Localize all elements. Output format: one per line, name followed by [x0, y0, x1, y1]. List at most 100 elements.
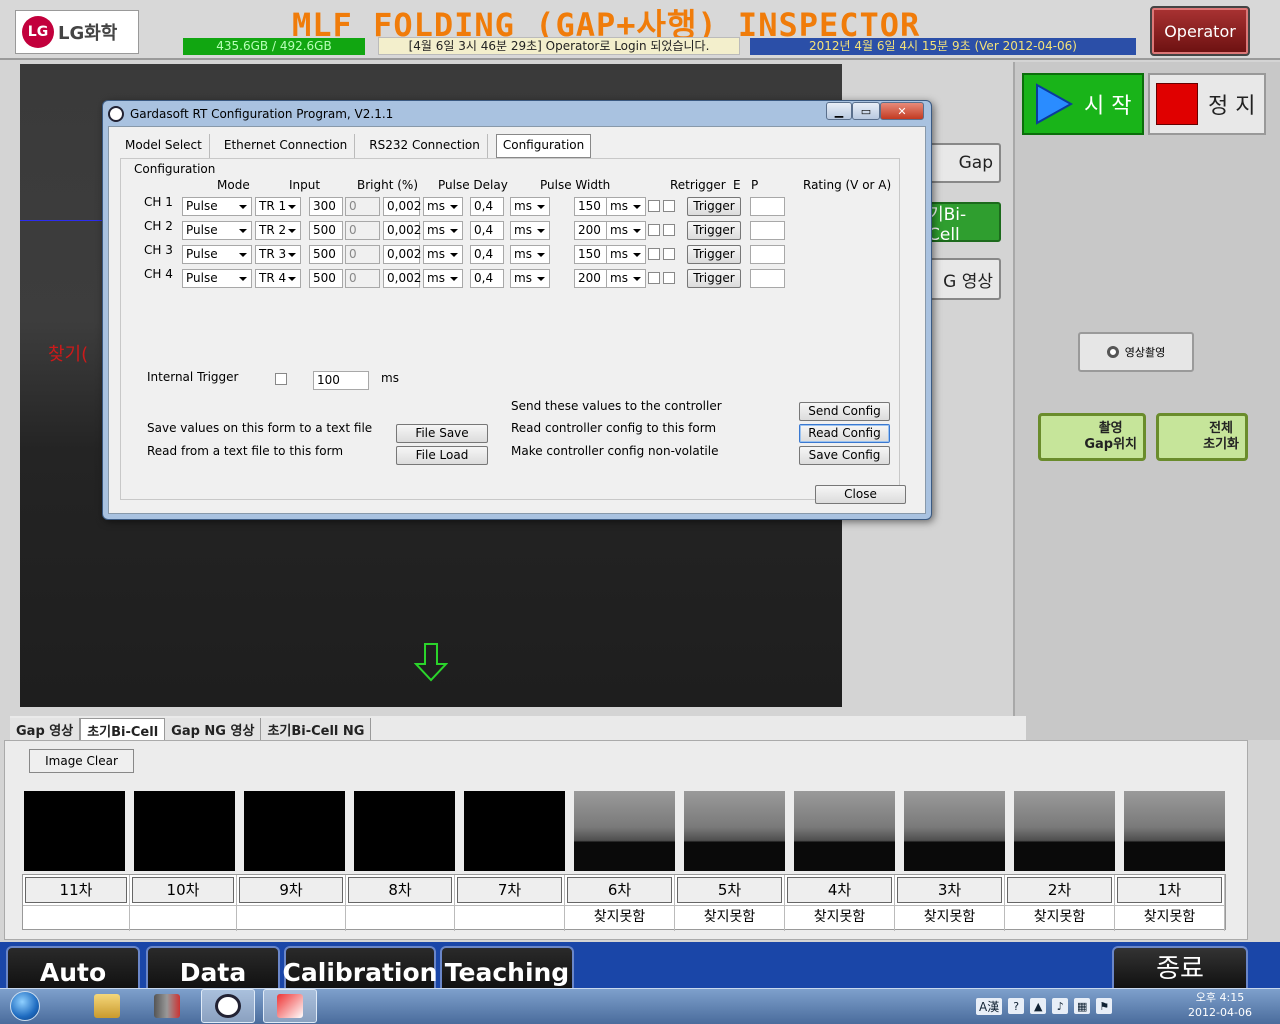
nav-auto-button[interactable]: Auto [6, 946, 140, 988]
tab-configuration[interactable]: Configuration [495, 134, 592, 158]
channel-pulse-delay-input[interactable]: 0,002 [383, 269, 421, 288]
slot-label[interactable]: 5차 [677, 877, 782, 903]
tab-model-select[interactable]: Model Select [118, 134, 210, 158]
slot-thumbnail[interactable] [244, 791, 345, 871]
channel-width-unit-select[interactable]: ms [606, 269, 646, 288]
channel-trigger-button[interactable]: Trigger [687, 221, 741, 240]
tab-rs232-connection[interactable]: RS232 Connection [355, 134, 488, 158]
channel-retrigger-unit-select[interactable]: ms [510, 221, 550, 240]
bicell-view-button[interactable]: 기Bi-Cell [926, 202, 1001, 245]
channel-mode-select[interactable]: Pulse [182, 245, 252, 264]
slot-label[interactable]: 2차 [1007, 877, 1112, 903]
channel-retrigger-unit-select[interactable]: ms [510, 197, 550, 216]
channel-pulse-width-input[interactable]: 150 [574, 245, 608, 264]
channel-retrigger-input[interactable]: 0,4 [470, 269, 504, 288]
operator-button[interactable]: Operator [1150, 6, 1250, 56]
nav-data-button[interactable]: Data [146, 946, 280, 988]
channel-bright-input[interactable]: 300 [309, 197, 343, 216]
channel-trigger-button[interactable]: Trigger [687, 269, 741, 288]
tab-initial-bicell[interactable]: 초기Bi-Cell [80, 718, 166, 740]
channel-rating-input[interactable] [750, 221, 785, 240]
tab-gap-image[interactable]: Gap 영상 [10, 718, 81, 740]
channel-width-unit-select[interactable]: ms [606, 221, 646, 240]
taskbar-clock[interactable]: 오후 4:15 2012-04-06 [1180, 990, 1260, 1022]
channel-p-checkbox[interactable] [663, 200, 675, 212]
channel-p-checkbox[interactable] [663, 224, 675, 236]
channel-p-checkbox[interactable] [663, 248, 675, 260]
channel-pulse-width-input[interactable]: 200 [574, 269, 608, 288]
maximize-button[interactable]: ▭ [852, 102, 880, 120]
slot-label[interactable]: 3차 [897, 877, 1002, 903]
slot-label[interactable]: 8차 [348, 877, 452, 903]
stop-button[interactable]: 정 지 [1148, 73, 1266, 135]
channel-rating-input[interactable] [750, 269, 785, 288]
internal-trigger-checkbox[interactable] [275, 373, 287, 385]
save-config-button[interactable]: Save Config [799, 446, 890, 465]
channel-delay-unit-select[interactable]: ms [423, 245, 463, 264]
channel-mode-select[interactable]: Pulse [182, 221, 252, 240]
channel-pulse-width-input[interactable]: 200 [574, 221, 608, 240]
channel-trigger-button[interactable]: Trigger [687, 197, 741, 216]
taskbar-gardasoft[interactable] [201, 989, 255, 1023]
network-icon[interactable]: ▦ [1074, 998, 1091, 1014]
tray-arrow-icon[interactable]: ▲ [1030, 998, 1047, 1014]
channel-delay-unit-select[interactable]: ms [423, 197, 463, 216]
channel-retrigger-input[interactable]: 0,4 [470, 197, 504, 216]
channel-trigger-button[interactable]: Trigger [687, 245, 741, 264]
channel-p-checkbox[interactable] [663, 272, 675, 284]
minimize-button[interactable]: ▁ [826, 102, 852, 120]
channel-input-select[interactable]: TR 4 [255, 269, 301, 288]
channel-width-unit-select[interactable]: ms [606, 245, 646, 264]
channel-bright-input[interactable]: 500 [309, 245, 343, 264]
slot-thumbnail[interactable] [134, 791, 235, 871]
channel-e-checkbox[interactable] [648, 224, 660, 236]
channel-delay-unit-select[interactable]: ms [423, 269, 463, 288]
reset-all-button[interactable]: 전체 초기화 [1156, 413, 1248, 461]
slot-thumbnail[interactable] [1124, 791, 1225, 871]
slot-label[interactable]: 4차 [787, 877, 892, 903]
help-icon[interactable]: ? [1008, 998, 1025, 1014]
slot-label[interactable]: 1차 [1117, 877, 1222, 903]
channel-input-select[interactable]: TR 3 [255, 245, 301, 264]
nav-teaching-button[interactable]: Teaching [440, 946, 574, 988]
volume-icon[interactable]: ♪ [1052, 998, 1069, 1014]
channel-mode-select[interactable]: Pulse [182, 197, 252, 216]
window-close-button[interactable]: ✕ [880, 102, 924, 120]
channel-bright-input[interactable]: 500 [309, 221, 343, 240]
tab-initial-bicell-ng[interactable]: 초기Bi-Cell NG [261, 718, 372, 740]
nav-calibration-button[interactable]: Calibration [283, 946, 437, 988]
tab-ethernet-connection[interactable]: Ethernet Connection [210, 134, 356, 158]
slot-label[interactable]: 7차 [457, 877, 562, 903]
slot-thumbnail[interactable] [24, 791, 125, 871]
ime-indicator[interactable]: A漢 [976, 997, 1003, 1015]
channel-rating-input[interactable] [750, 245, 785, 264]
taskbar-inspector[interactable] [263, 989, 317, 1023]
file-save-button[interactable]: File Save [396, 424, 488, 443]
slot-label[interactable]: 9차 [239, 877, 343, 903]
exit-button[interactable]: 종료 [1112, 946, 1248, 988]
channel-retrigger-input[interactable]: 0,4 [470, 245, 504, 264]
start-button[interactable]: 시 작 [1022, 73, 1144, 135]
slot-thumbnail[interactable] [1014, 791, 1115, 871]
channel-e-checkbox[interactable] [648, 248, 660, 260]
windows-start-button[interactable] [6, 988, 44, 1024]
slot-thumbnail[interactable] [904, 791, 1005, 871]
channel-pulse-delay-input[interactable]: 0,002 [383, 221, 421, 240]
gap-view-button[interactable]: Gap [926, 143, 1001, 183]
taskbar-explorer[interactable] [80, 989, 134, 1023]
action-center-icon[interactable]: ⚑ [1096, 998, 1113, 1014]
image-clear-button[interactable]: Image Clear [29, 749, 134, 773]
channel-delay-unit-select[interactable]: ms [423, 221, 463, 240]
channel-mode-select[interactable]: Pulse [182, 269, 252, 288]
close-button[interactable]: Close [815, 485, 906, 504]
channel-rating-input[interactable] [750, 197, 785, 216]
slot-thumbnail[interactable] [684, 791, 785, 871]
tab-gap-ng-image[interactable]: Gap NG 영상 [165, 718, 262, 740]
send-config-button[interactable]: Send Config [799, 402, 890, 421]
slot-label[interactable]: 6차 [567, 877, 672, 903]
slot-thumbnail[interactable] [354, 791, 455, 871]
slot-label[interactable]: 10차 [132, 877, 234, 903]
slot-thumbnail[interactable] [464, 791, 565, 871]
taskbar-camera-app[interactable] [140, 989, 194, 1023]
channel-input-select[interactable]: TR 2 [255, 221, 301, 240]
